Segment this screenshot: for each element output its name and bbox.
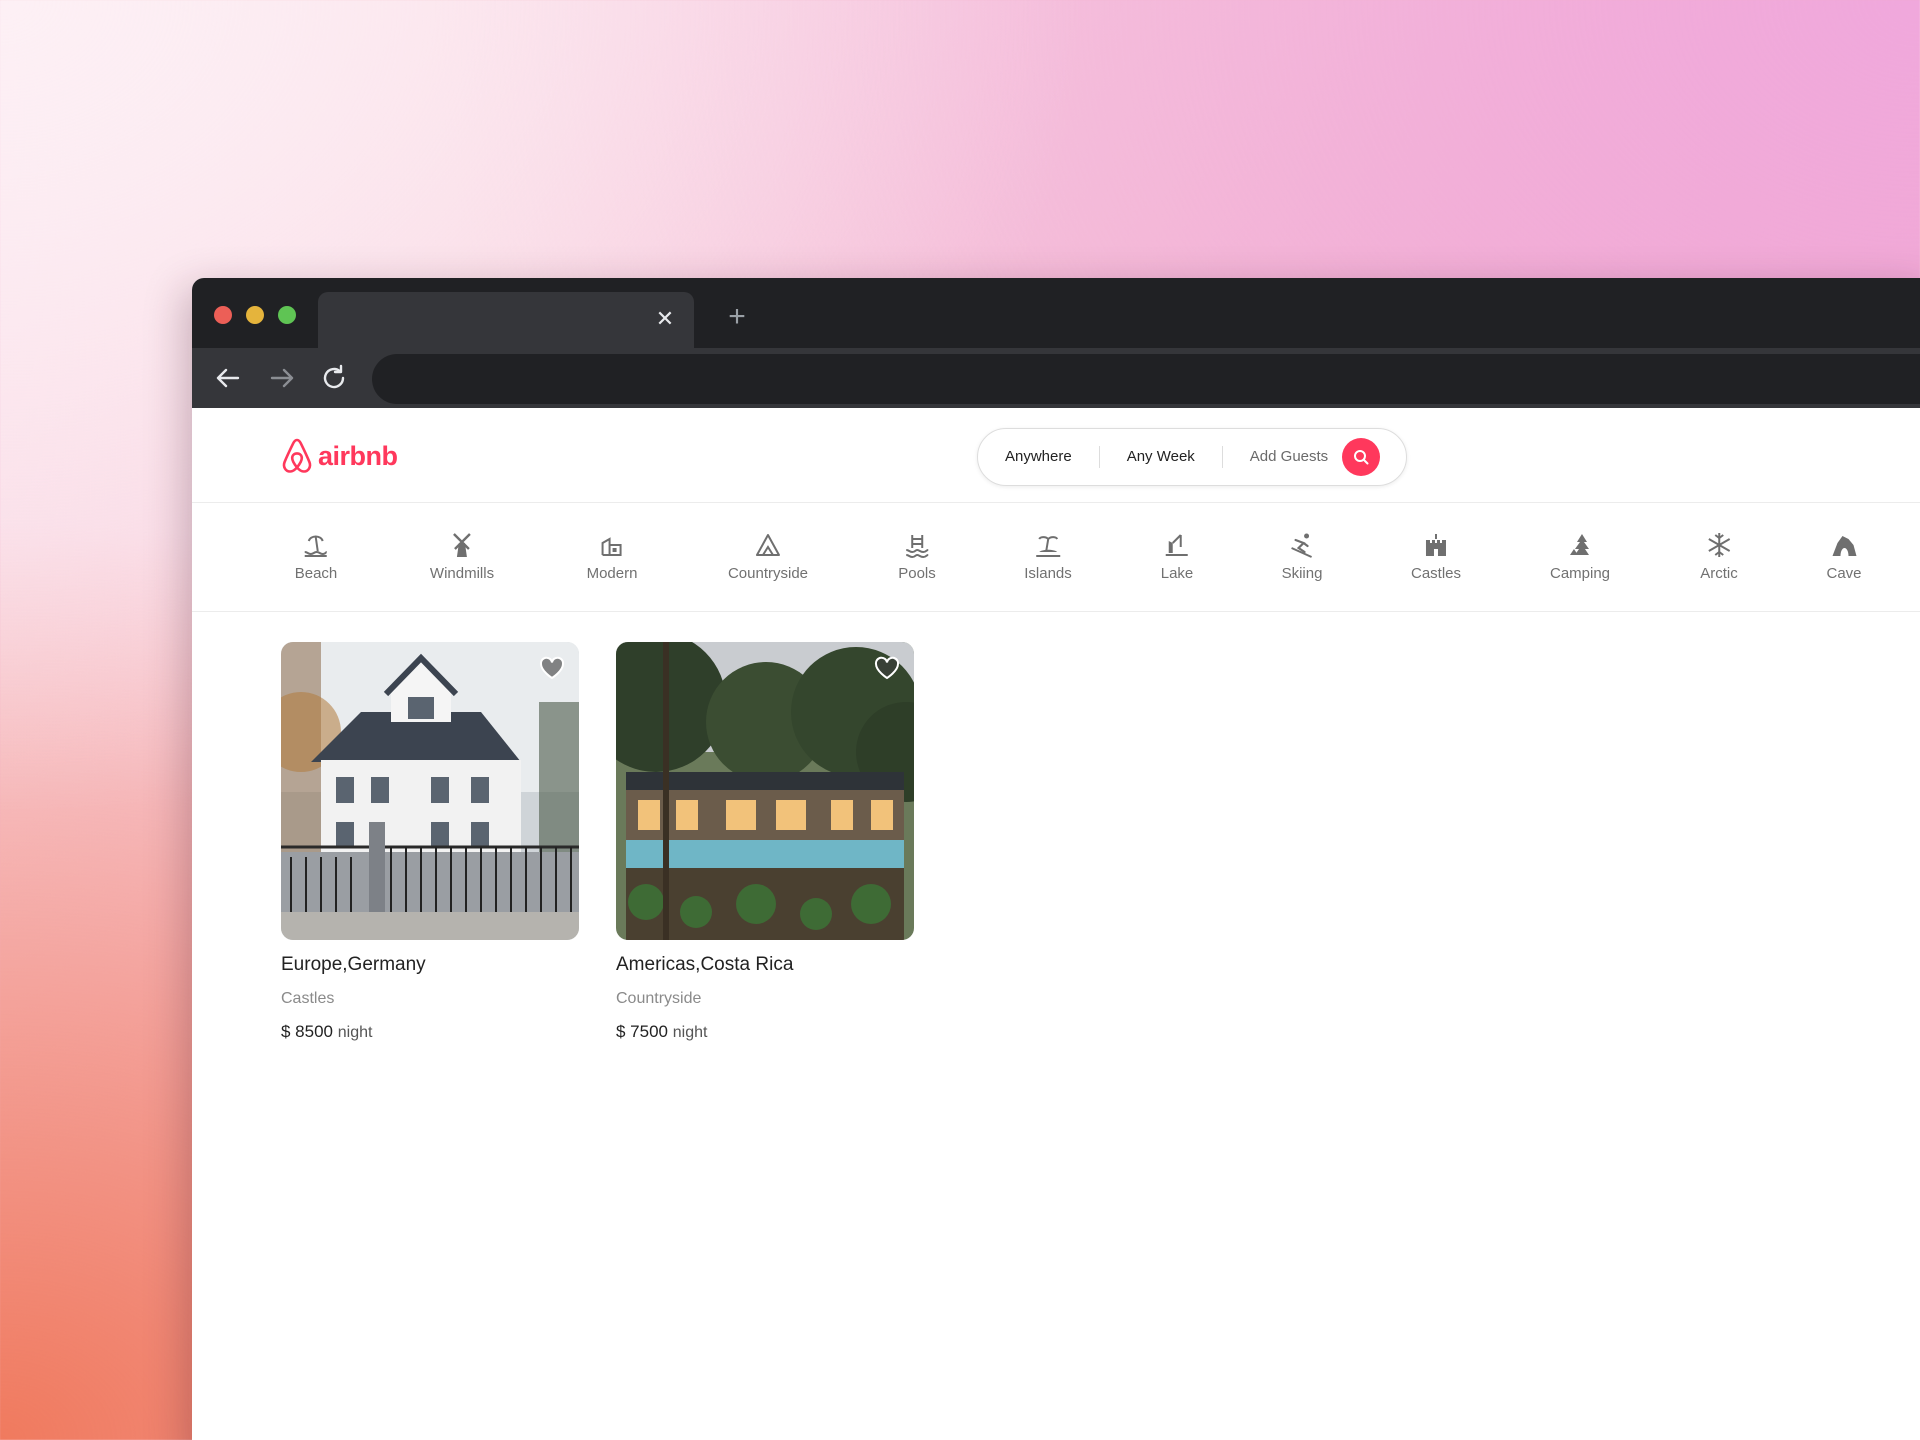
price-unit: night <box>672 1024 708 1041</box>
address-bar[interactable] <box>372 354 1920 404</box>
price-unit: night <box>337 1024 373 1041</box>
close-tab-icon[interactable]: ✕ <box>652 306 678 332</box>
price-value: $ 8500 <box>281 1022 333 1041</box>
category-lake[interactable]: Lake <box>1160 531 1194 583</box>
site-header: airbnb Anywhere Any Week Add Guests <box>192 408 1920 503</box>
search-bar[interactable]: Anywhere Any Week Add Guests <box>977 428 1407 486</box>
category-label: Skiing <box>1281 565 1323 582</box>
browser-toolbar <box>192 348 1920 408</box>
category-label: Pools <box>898 565 936 582</box>
category-pools[interactable]: Pools <box>898 531 936 583</box>
category-cave[interactable]: Cave <box>1826 531 1862 583</box>
white-villa-photo <box>281 642 579 940</box>
category-label: Islands <box>1024 565 1072 582</box>
category-castles[interactable]: Castles <box>1411 531 1461 583</box>
category-label: Windmills <box>429 565 495 582</box>
category-label: Castles <box>1410 565 1462 582</box>
lake-icon <box>1166 534 1188 556</box>
heart-icon[interactable] <box>874 656 900 680</box>
search-icon <box>1354 450 1369 465</box>
category-windmills[interactable]: Windmills <box>430 531 494 583</box>
category-label: Beach <box>294 565 338 582</box>
listing-price: $ 7500 night <box>616 1022 914 1042</box>
category-modern[interactable]: Modern <box>586 531 638 583</box>
windmill-icon <box>453 533 471 557</box>
tab-bar: ✕ + <box>192 278 1920 348</box>
beach-icon <box>304 535 328 557</box>
listing-card[interactable]: Americas,Costa Rica Countryside $ 7500 n… <box>616 642 914 1042</box>
back-arrow-icon[interactable] <box>212 362 244 394</box>
category-islands[interactable]: Islands <box>1024 531 1072 583</box>
category-label: Modern <box>586 565 638 582</box>
category-label: Camping <box>1549 565 1611 582</box>
category-label: Cave <box>1826 565 1862 582</box>
island-icon <box>1036 536 1060 557</box>
countryside-icon <box>755 534 780 556</box>
category-bar: Beach Windmills Modern Countryside Pools… <box>192 503 1920 612</box>
jungle-pool-villa-photo <box>616 642 914 940</box>
browser-window: ✕ + airbnb Anywhere Any Week Add Guests … <box>192 278 1920 1440</box>
logo-text: airbnb <box>318 440 398 471</box>
category-label: Arctic <box>1700 565 1738 582</box>
camping-icon <box>1570 534 1589 555</box>
category-beach[interactable]: Beach <box>294 531 338 583</box>
castle-icon <box>1426 534 1446 556</box>
search-anywhere[interactable]: Anywhere <box>978 446 1099 468</box>
modern-house-icon <box>601 537 622 556</box>
price-value: $ 7500 <box>616 1022 668 1041</box>
reload-icon[interactable] <box>318 362 350 394</box>
airbnb-logo-icon <box>282 438 312 473</box>
listing-photo-white-villa[interactable] <box>281 642 579 940</box>
category-skiing[interactable]: Skiing <box>1281 531 1323 583</box>
category-label: Lake <box>1160 565 1194 582</box>
search-add-guests[interactable]: Add Guests <box>1221 446 1342 468</box>
listing-card[interactable]: Europe,Germany Castles $ 8500 night <box>281 642 579 1042</box>
listing-location: Europe,Germany <box>281 954 426 975</box>
category-countryside[interactable]: Countryside <box>728 531 808 583</box>
page: airbnb Anywhere Any Week Add Guests Beac… <box>192 408 1920 1440</box>
search-any-week[interactable]: Any Week <box>1098 446 1222 468</box>
listing-photo-jungle-villa[interactable] <box>616 642 914 940</box>
minimize-window-button[interactable] <box>246 306 264 324</box>
airbnb-logo[interactable]: airbnb <box>280 436 398 476</box>
new-tab-button[interactable]: + <box>722 302 752 332</box>
category-label: Countryside <box>727 565 809 582</box>
snowflake-icon <box>1708 533 1730 557</box>
browser-tab[interactable]: ✕ <box>318 292 694 348</box>
maximize-window-button[interactable] <box>278 306 296 324</box>
cave-icon <box>1832 536 1856 556</box>
listing-location: Americas,Costa Rica <box>616 954 794 975</box>
forward-arrow-icon[interactable] <box>266 362 298 394</box>
listing-price: $ 8500 night <box>281 1022 579 1042</box>
skiing-icon <box>1291 533 1313 558</box>
category-arctic[interactable]: Arctic <box>1700 531 1738 583</box>
close-window-button[interactable] <box>214 306 232 324</box>
heart-icon[interactable] <box>539 656 565 680</box>
pool-icon <box>905 535 929 559</box>
category-camping[interactable]: Camping <box>1550 531 1610 583</box>
search-button[interactable] <box>1342 438 1381 476</box>
listing-category: Countryside <box>616 990 702 1007</box>
listing-category: Castles <box>281 990 335 1007</box>
